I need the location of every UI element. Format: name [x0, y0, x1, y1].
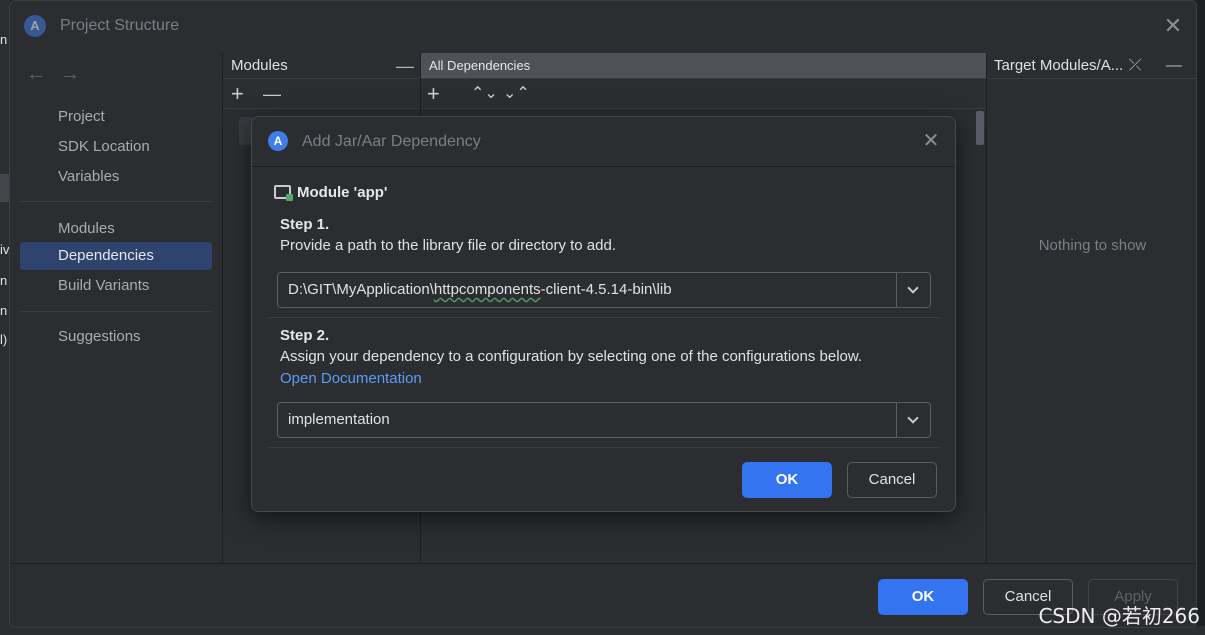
forward-arrow-icon[interactable]: →: [60, 63, 94, 85]
nav-divider: [20, 201, 212, 202]
dialog-divider: [268, 317, 941, 318]
window-title: Project Structure: [60, 17, 180, 34]
library-path-combo[interactable]: D:\GIT\MyApplication\httpcomponents-clie…: [277, 272, 931, 308]
configuration-value[interactable]: implementation: [288, 403, 390, 437]
open-documentation-link[interactable]: Open Documentation: [280, 370, 422, 387]
modules-header: Modules —: [223, 53, 420, 79]
step1-description: Provide a path to the library file or di…: [280, 237, 617, 254]
dialog-title: Add Jar/Aar Dependency: [302, 133, 481, 150]
background-text-fragment: l): [0, 332, 8, 347]
chevron-down-icon: [907, 412, 919, 424]
nav-item-variables[interactable]: Variables: [20, 163, 212, 191]
window-close-icon[interactable]: ✕: [1160, 13, 1186, 39]
collapse-all-icon[interactable]: ⌄⌃: [503, 81, 530, 107]
add-dependency-icon[interactable]: +: [427, 81, 440, 107]
modules-toolbar: + —: [223, 79, 420, 109]
background-text-fragment: iv: [0, 242, 10, 257]
step1-heading: Step 1.: [280, 216, 330, 233]
nav-item-build-variants[interactable]: Build Variants: [20, 272, 212, 300]
add-jar-aar-dialog: A Add Jar/Aar Dependency ✕ Module 'app' …: [251, 116, 956, 512]
nav-item-project[interactable]: Project: [20, 103, 212, 131]
empty-state-text: Nothing to show: [1038, 237, 1147, 254]
dialog-divider: [268, 447, 941, 448]
module-name: Module 'app': [297, 184, 388, 201]
add-module-icon[interactable]: +: [231, 81, 244, 107]
dialog-cancel-button[interactable]: Cancel: [847, 462, 937, 498]
android-studio-logo-icon: A: [268, 131, 288, 151]
step2-description: Assign your dependency to a configuratio…: [280, 348, 863, 365]
module-folder-icon: [274, 185, 293, 201]
window-footer: OK Cancel Apply: [10, 563, 1196, 627]
background-text-fragment: n: [0, 303, 8, 318]
nav-item-suggestions[interactable]: Suggestions: [20, 323, 212, 351]
library-path-value[interactable]: D:\GIT\MyApplication\httpcomponents-clie…: [288, 273, 672, 307]
back-arrow-icon[interactable]: ←: [26, 63, 60, 85]
all-dependencies-header: All Dependencies: [421, 53, 986, 79]
dependencies-toolbar: + ⌃⌄ ⌄⌃: [421, 79, 986, 109]
modules-header-label: Modules: [231, 57, 288, 74]
target-modules-header-label: Target Modules/A...: [994, 57, 1124, 74]
header-actions-icon[interactable]: ⤫ —: [1129, 53, 1192, 79]
expand-all-icon[interactable]: ⌃⌄: [471, 81, 498, 107]
configuration-combo[interactable]: implementation: [277, 402, 931, 438]
csdn-watermark: CSDN @若初266: [1038, 604, 1200, 628]
background-text-fragment: n: [0, 32, 8, 47]
configuration-dropdown-button[interactable]: [896, 403, 930, 437]
background-text-fragment: n: [0, 273, 8, 288]
target-modules-column: Target Modules/A... ⤫ — Nothing to show: [986, 53, 1196, 563]
dialog-close-icon[interactable]: ✕: [919, 129, 943, 153]
left-nav: ←→ Project SDK Location Variables Module…: [10, 53, 222, 563]
step2-heading: Step 2.: [280, 327, 330, 344]
nav-history: ←→: [26, 63, 94, 86]
window-titlebar: A Project Structure ✕: [10, 1, 1196, 53]
remove-module-icon[interactable]: —: [263, 81, 281, 107]
nav-item-dependencies[interactable]: Dependencies: [20, 242, 212, 270]
target-modules-header: Target Modules/A... ⤫ —: [987, 53, 1196, 79]
minimize-icon[interactable]: —: [396, 53, 414, 79]
ok-button[interactable]: OK: [878, 579, 968, 615]
nav-item-sdk-location[interactable]: SDK Location: [20, 133, 212, 161]
nav-item-modules[interactable]: Modules: [20, 215, 212, 243]
dialog-ok-button[interactable]: OK: [742, 462, 832, 498]
android-studio-logo-icon: A: [24, 15, 46, 37]
chevron-down-icon: [907, 282, 919, 294]
nav-divider: [20, 311, 212, 312]
scrollbar-thumb[interactable]: [976, 111, 984, 145]
module-label: Module 'app': [274, 184, 387, 201]
dialog-titlebar: A Add Jar/Aar Dependency ✕: [252, 117, 955, 167]
path-dropdown-button[interactable]: [896, 273, 930, 307]
